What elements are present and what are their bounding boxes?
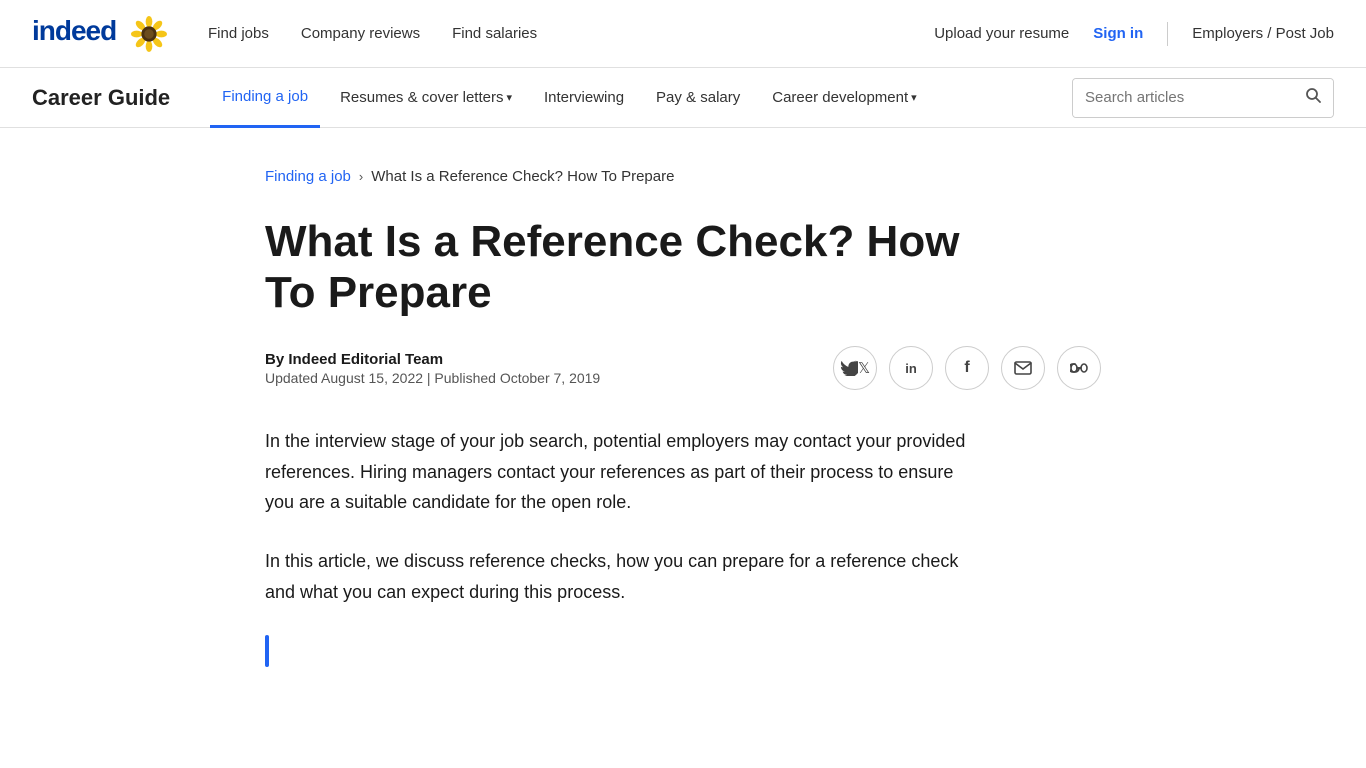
twitter-bird: 𝕏 <box>858 359 870 377</box>
article-meta: By Indeed Editorial Team Updated August … <box>265 346 1101 390</box>
nav-divider <box>1167 22 1168 46</box>
search-button[interactable] <box>1293 79 1333 117</box>
share-twitter-button[interactable]: 𝕏 <box>833 346 877 390</box>
linkedin-icon: in <box>905 361 917 376</box>
link-icon <box>1070 363 1088 373</box>
article-author: By Indeed Editorial Team <box>265 351 600 368</box>
top-nav-right: Upload your resume Sign in Employers / P… <box>934 22 1334 46</box>
find-jobs-link[interactable]: Find jobs <box>208 25 269 42</box>
breadcrumb: Finding a job › What Is a Reference Chec… <box>265 168 1101 185</box>
upload-resume-link[interactable]: Upload your resume <box>934 25 1069 42</box>
dropdown-arrow-career: ▾ <box>911 91 917 104</box>
article-body: In the interview stage of your job searc… <box>265 426 1101 667</box>
nav-resumes-cover-letters[interactable]: Resumes & cover letters ▾ <box>328 68 524 128</box>
share-link-button[interactable] <box>1057 346 1101 390</box>
logo-link[interactable]: indeed <box>32 14 168 53</box>
search-input[interactable] <box>1073 79 1293 117</box>
twitter-icon <box>840 360 858 376</box>
career-nav-links: Finding a job Resumes & cover letters ▾ … <box>210 68 1072 128</box>
article-paragraph-2: In this article, we discuss reference ch… <box>265 546 985 607</box>
breadcrumb-current: What Is a Reference Check? How To Prepar… <box>371 168 674 185</box>
facebook-icon: f <box>964 359 969 377</box>
dropdown-arrow-resumes: ▾ <box>506 91 512 104</box>
find-salaries-link[interactable]: Find salaries <box>452 25 537 42</box>
share-buttons: 𝕏 in f <box>833 346 1101 390</box>
article-section-indicator <box>265 635 269 667</box>
career-guide-title: Career Guide <box>32 85 170 111</box>
sunflower-icon <box>130 15 168 53</box>
breadcrumb-separator: › <box>359 169 363 184</box>
main-content: Finding a job › What Is a Reference Chec… <box>0 128 1366 727</box>
nav-career-development[interactable]: Career development ▾ <box>760 68 928 128</box>
top-nav-links: Find jobs Company reviews Find salaries <box>208 25 934 42</box>
sign-in-button[interactable]: Sign in <box>1093 25 1143 42</box>
article-meta-left: By Indeed Editorial Team Updated August … <box>265 351 600 386</box>
share-email-button[interactable] <box>1001 346 1045 390</box>
indeed-logo: indeed <box>32 14 122 53</box>
svg-text:indeed: indeed <box>32 15 116 46</box>
nav-interviewing[interactable]: Interviewing <box>532 68 636 128</box>
career-guide-nav: Career Guide Finding a job Resumes & cov… <box>0 68 1366 128</box>
share-facebook-button[interactable]: f <box>945 346 989 390</box>
breadcrumb-parent-link[interactable]: Finding a job <box>265 168 351 185</box>
email-icon <box>1014 361 1032 375</box>
nav-pay-salary[interactable]: Pay & salary <box>644 68 752 128</box>
company-reviews-link[interactable]: Company reviews <box>301 25 420 42</box>
nav-finding-a-job[interactable]: Finding a job <box>210 68 320 128</box>
article-date: Updated August 15, 2022 | Published Octo… <box>265 370 600 386</box>
search-box <box>1072 78 1334 118</box>
share-linkedin-button[interactable]: in <box>889 346 933 390</box>
top-nav: indeed Find jobs Compan <box>0 0 1366 68</box>
employers-link[interactable]: Employers / Post Job <box>1192 25 1334 42</box>
article-title: What Is a Reference Check? How To Prepar… <box>265 217 985 318</box>
article-paragraph-1: In the interview stage of your job searc… <box>265 426 985 518</box>
